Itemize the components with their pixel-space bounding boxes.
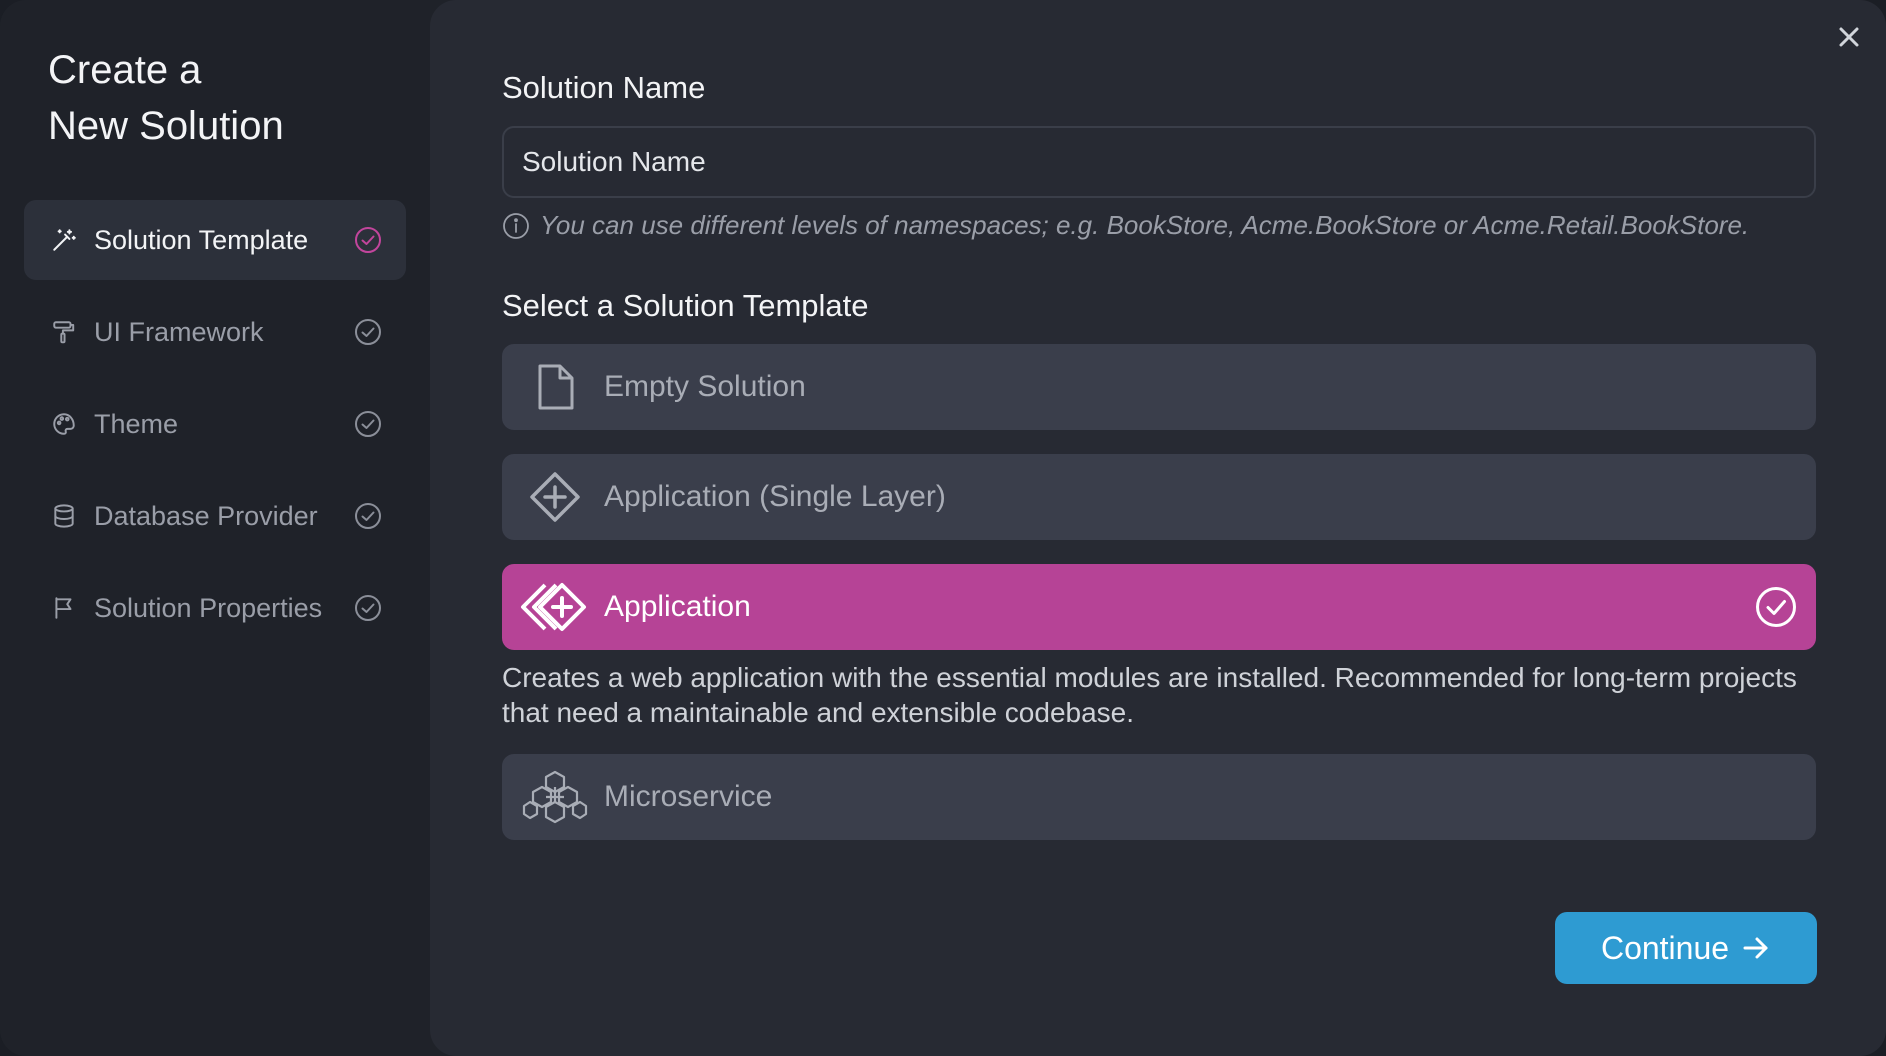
wizard-content: Solution Name You can use different leve… <box>430 0 1886 1056</box>
diamond-plus-icon <box>520 462 590 532</box>
create-solution-dialog: Create a New Solution Solution Template <box>0 0 1886 1056</box>
wizard-sidebar: Create a New Solution Solution Template <box>0 0 430 1056</box>
template-empty-solution[interactable]: Empty Solution <box>502 344 1816 430</box>
step-solution-properties[interactable]: Solution Properties <box>24 568 406 648</box>
solution-name-label: Solution Name <box>502 70 706 105</box>
close-icon <box>1837 25 1861 54</box>
file-icon <box>520 352 590 422</box>
hexagon-cluster-icon <box>520 762 590 832</box>
check-circle-icon <box>354 318 382 346</box>
close-button[interactable] <box>1834 24 1864 54</box>
wizard-steps: Solution Template UI Framework Theme Dat… <box>24 200 406 660</box>
arrow-right-icon <box>1741 933 1771 963</box>
template-description: Creates a web application with the essen… <box>502 662 1797 728</box>
database-icon <box>50 502 78 530</box>
check-circle-icon <box>354 594 382 622</box>
step-ui-framework[interactable]: UI Framework <box>24 292 406 372</box>
template-label: Application (Single Layer) <box>604 480 946 513</box>
template-application-single-layer[interactable]: Application (Single Layer) <box>502 454 1816 540</box>
step-label: UI Framework <box>94 316 264 347</box>
step-theme[interactable]: Theme <box>24 384 406 464</box>
step-database-provider[interactable]: Database Provider <box>24 476 406 556</box>
hint-text: You can use different levels of namespac… <box>540 210 1750 240</box>
step-label: Theme <box>94 408 179 439</box>
flag-icon <box>50 594 78 622</box>
paint-roller-icon <box>50 318 78 346</box>
double-diamond-plus-icon <box>520 572 590 642</box>
continue-button[interactable]: Continue <box>1555 912 1817 984</box>
continue-label: Continue <box>1600 929 1730 966</box>
step-label: Solution Properties <box>94 592 323 623</box>
step-solution-template[interactable]: Solution Template <box>24 200 406 280</box>
check-circle-icon <box>354 226 382 254</box>
magic-wand-icon <box>50 226 78 254</box>
template-application[interactable]: Application <box>502 564 1816 650</box>
dialog-title: Create a New Solution <box>48 48 284 148</box>
solution-name-input[interactable] <box>502 126 1816 198</box>
template-microservice[interactable]: Microservice <box>502 754 1816 840</box>
check-circle-icon <box>354 410 382 438</box>
template-section-label: Select a Solution Template <box>502 288 869 323</box>
template-label: Empty Solution <box>604 370 806 403</box>
step-label: Database Provider <box>94 500 318 531</box>
info-icon <box>502 212 530 240</box>
step-label: Solution Template <box>94 224 309 255</box>
check-circle-icon <box>1754 585 1798 629</box>
check-circle-icon <box>354 502 382 530</box>
template-label: Application <box>604 590 751 623</box>
palette-icon <box>50 410 78 438</box>
template-label: Microservice <box>604 780 773 813</box>
namespace-hint: You can use different levels of namespac… <box>502 210 1749 241</box>
